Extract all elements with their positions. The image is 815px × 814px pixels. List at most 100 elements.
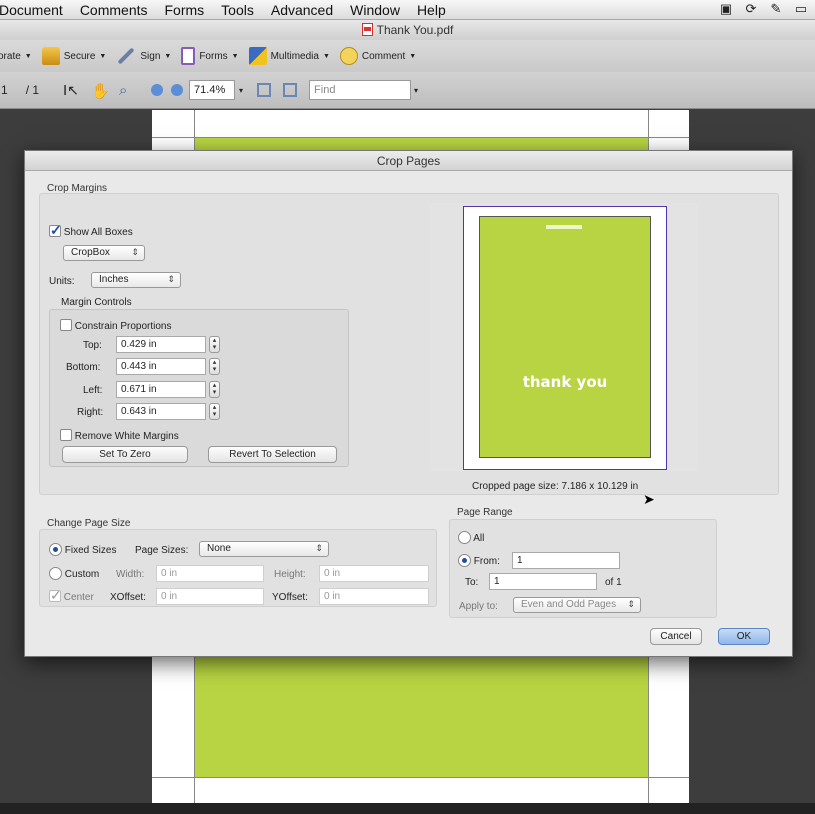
left-margin-stepper[interactable]: ▴ ▾ [209,381,220,398]
scrolling-mode-icon[interactable] [257,83,272,97]
fixed-sizes-label: Fixed Sizes [64,545,117,556]
secure-label: Secure [63,50,96,62]
crop-pages-dialog: Crop Pages Crop Margins Show All Boxes C… [24,150,793,657]
forms-button[interactable]: Forms ▼ [181,47,239,65]
set-to-zero-button[interactable]: Set To Zero [62,446,188,463]
custom-radio[interactable]: Custom [49,567,99,580]
pdf-file-icon [361,23,373,36]
units-select[interactable]: Inches [91,272,181,288]
preview-header-mark [546,225,582,229]
radio[interactable] [49,567,62,580]
menu-forms[interactable]: Forms [165,2,205,18]
marquee-zoom-icon[interactable]: ⌕ [119,82,135,99]
crop-preview-page [479,216,651,458]
from-radio[interactable]: From: [458,554,500,567]
sync-icon[interactable]: ⟳ [743,2,759,16]
chevron-down-icon: ▼ [231,52,239,60]
crop-guide [152,777,689,778]
forms-label: Forms [199,50,228,62]
right-margin-input[interactable]: 0.643 in [116,403,206,420]
multimedia-label: Multimedia [270,50,319,62]
multimedia-button[interactable]: Multimedia ▼ [248,47,330,65]
tool-icon[interactable]: ✎ [768,2,784,16]
menu-comments[interactable]: Comments [80,2,148,18]
menu-document[interactable]: Document [0,2,63,18]
from-page-input[interactable]: 1 [512,552,620,569]
task-toolbar: orate ▼ Secure ▼ Sign ▼ Forms ▼ Multimedia ▼ … [0,40,815,72]
page-number-field[interactable]: 1 [1,83,8,97]
comment-button[interactable]: Comment ▼ [339,47,416,65]
comment-label: Comment [361,50,406,62]
ok-button[interactable]: OK [718,628,770,645]
collaborate-button[interactable]: orate ▼ [0,51,32,62]
page-sizes-select[interactable]: None [199,541,329,557]
checkbox-checked[interactable] [49,587,62,604]
center-checkbox[interactable]: Center [49,587,94,604]
checkbox[interactable] [60,429,72,441]
margin-controls-heading: Margin Controls [61,297,132,308]
yoffset-label: YOffset: [272,592,308,603]
find-dropdown-icon[interactable]: ▾ [414,86,418,95]
apply-to-label: Apply to: [459,601,498,612]
fit-page-icon[interactable] [283,83,298,97]
change-page-size-heading: Change Page Size [47,518,131,529]
speech-bubble-icon [339,47,358,65]
units-label: Units: [49,276,75,287]
all-pages-radio[interactable]: All [458,531,484,544]
menu-advanced[interactable]: Advanced [271,2,333,18]
menu-tools[interactable]: Tools [221,2,254,18]
xoffset-input[interactable]: 0 in [156,588,264,605]
chevron-down-icon: ▼ [99,52,107,60]
chevron-down-icon: ▼ [24,52,32,60]
zoom-dropdown-icon[interactable]: ▾ [239,86,243,95]
right-margin-stepper[interactable]: ▴ ▾ [209,403,220,420]
multimedia-icon [248,47,267,65]
remove-white-margins-checkbox[interactable]: Remove White Margins [60,429,179,442]
bottom-label: Bottom: [66,362,101,373]
hand-tool-icon[interactable]: ✋ [91,82,110,100]
show-all-boxes-label: Show All Boxes [63,227,133,238]
yoffset-input[interactable]: 0 in [319,588,429,605]
window-bottom-edge [0,803,815,814]
zoom-input[interactable]: 71.4% [189,80,236,100]
revert-to-selection-button[interactable]: Revert To Selection [208,446,337,463]
fixed-sizes-radio[interactable]: Fixed Sizes [49,543,116,556]
to-page-input[interactable]: 1 [489,573,597,590]
bottom-margin-input[interactable]: 0.443 in [116,358,206,375]
width-input[interactable]: 0 in [156,565,264,582]
radio[interactable] [458,531,471,544]
screen-record-icon[interactable]: ▣ [718,2,734,16]
center-label: Center [63,592,94,603]
show-all-boxes-checkbox[interactable]: Show All Boxes [49,222,133,239]
preview-text: thank you [522,373,608,391]
box-type-select[interactable]: CropBox [63,245,145,261]
top-margin-input[interactable]: 0.429 in [116,336,206,353]
cropped-page-size: Cropped page size: 7.186 x 10.129 in [472,481,639,492]
menu-window[interactable]: Window [350,2,400,18]
collaborate-label: orate [0,50,21,62]
sign-button[interactable]: Sign ▼ [116,47,171,65]
apply-to-select[interactable]: Even and Odd Pages [513,597,641,613]
radio-selected[interactable] [458,554,471,567]
menu-help[interactable]: Help [417,2,446,18]
top-margin-stepper[interactable]: ▴ ▾ [209,336,220,353]
constrain-proportions-checkbox[interactable]: Constrain Proportions [60,319,172,332]
checkbox[interactable] [60,319,72,331]
left-margin-input[interactable]: 0.671 in [116,381,206,398]
page-total: / 1 [25,83,40,97]
dialog-title: Crop Pages [25,151,792,171]
height-input[interactable]: 0 in [319,565,429,582]
zoom-out-icon[interactable] [151,84,164,96]
find-input[interactable]: Find [309,80,412,100]
radio-selected[interactable] [49,543,62,556]
secure-button[interactable]: Secure ▼ [41,47,107,65]
navigation-toolbar: 1 / 1 Ⅰ↖ ✋ ⌕ 71.4% ▾ Find ▾ [0,72,815,109]
cancel-button[interactable]: Cancel [650,628,702,645]
checkbox-checked[interactable] [49,222,62,239]
page-range-heading: Page Range [457,507,513,518]
zoom-in-icon[interactable] [171,84,184,96]
battery-icon[interactable]: ▭ [793,2,809,16]
select-tool-icon[interactable]: Ⅰ↖ [63,82,79,98]
bottom-margin-stepper[interactable]: ▴ ▾ [209,358,220,375]
top-label: Top: [83,340,102,351]
